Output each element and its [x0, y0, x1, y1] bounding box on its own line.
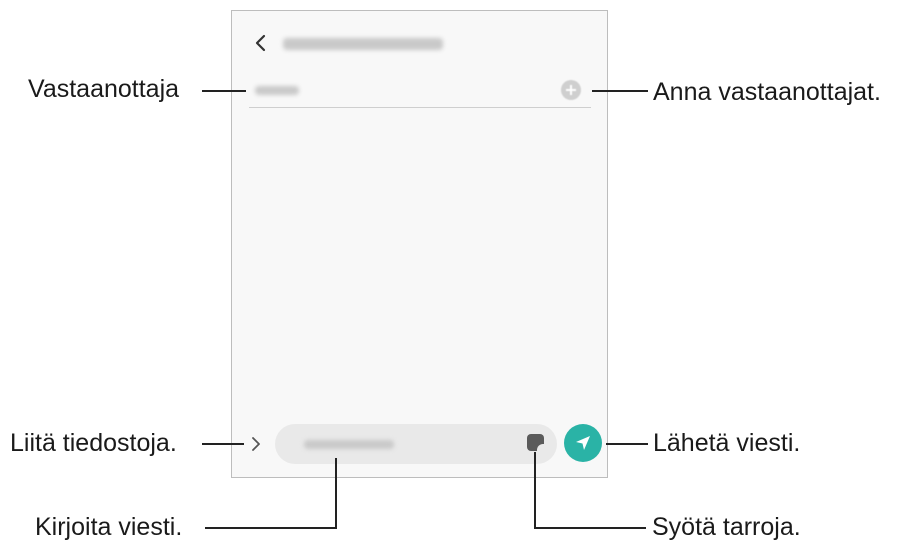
callout-line-recipient	[202, 90, 246, 92]
callout-add-recipients: Anna vastaanottajat.	[653, 78, 881, 106]
callout-line-insert-stickers-h	[534, 527, 646, 529]
callout-recipient: Vastaanottaja	[28, 75, 180, 103]
send-button[interactable]	[564, 424, 602, 462]
chevron-right-icon[interactable]	[249, 434, 263, 454]
send-icon	[576, 436, 590, 450]
recipient-field[interactable]	[255, 86, 299, 95]
callout-attach-files: Liitä tiedostoja.	[10, 429, 177, 457]
header-title	[283, 38, 443, 50]
callout-line-insert-stickers-v	[534, 452, 536, 529]
callout-line-type-message-h	[205, 527, 337, 529]
callout-line-attach-files	[202, 443, 244, 445]
recipient-underline	[249, 107, 591, 108]
add-recipient-icon[interactable]	[561, 80, 581, 100]
sticker-icon[interactable]	[527, 434, 544, 451]
back-icon[interactable]	[252, 32, 270, 54]
callout-insert-stickers: Syötä tarroja.	[652, 513, 801, 541]
callout-line-add-recipients	[592, 90, 648, 92]
message-placeholder	[304, 440, 394, 449]
callout-line-send-message	[606, 443, 648, 445]
callout-type-message: Kirjoita viesti.	[35, 513, 183, 541]
callout-send-message: Lähetä viesti.	[653, 429, 801, 457]
callout-line-type-message-v	[335, 458, 337, 529]
phone-screen	[231, 10, 608, 478]
